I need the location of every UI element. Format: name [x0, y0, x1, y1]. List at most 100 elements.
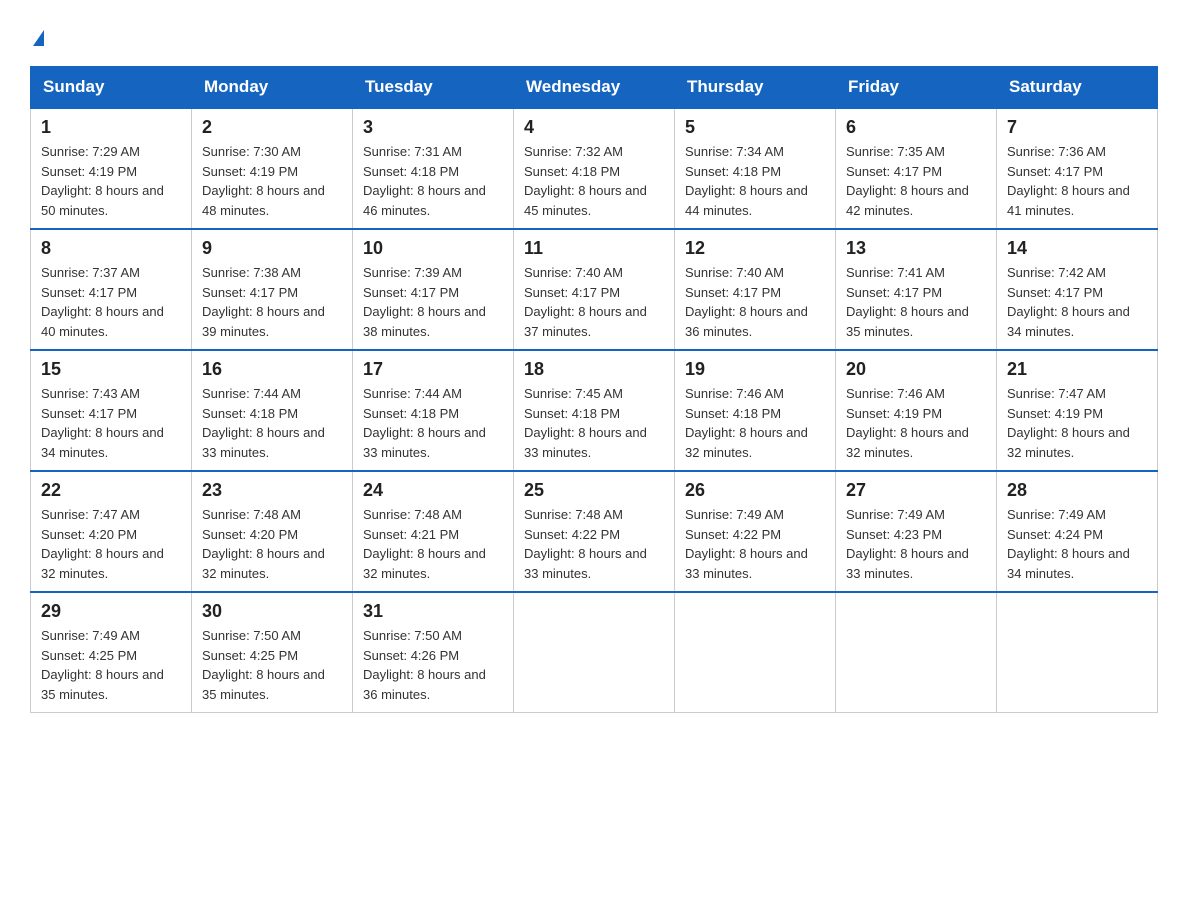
calendar-table: SundayMondayTuesdayWednesdayThursdayFrid…: [30, 66, 1158, 713]
day-number: 2: [202, 117, 342, 138]
day-info: Sunrise: 7:40 AMSunset: 4:17 PMDaylight:…: [685, 265, 808, 339]
calendar-cell: 1 Sunrise: 7:29 AMSunset: 4:19 PMDayligh…: [31, 108, 192, 229]
day-info: Sunrise: 7:35 AMSunset: 4:17 PMDaylight:…: [846, 144, 969, 218]
day-number: 4: [524, 117, 664, 138]
day-number: 8: [41, 238, 181, 259]
day-info: Sunrise: 7:38 AMSunset: 4:17 PMDaylight:…: [202, 265, 325, 339]
day-number: 9: [202, 238, 342, 259]
day-info: Sunrise: 7:46 AMSunset: 4:18 PMDaylight:…: [685, 386, 808, 460]
day-info: Sunrise: 7:37 AMSunset: 4:17 PMDaylight:…: [41, 265, 164, 339]
day-number: 6: [846, 117, 986, 138]
calendar-cell: 29 Sunrise: 7:49 AMSunset: 4:25 PMDaylig…: [31, 592, 192, 713]
day-info: Sunrise: 7:49 AMSunset: 4:22 PMDaylight:…: [685, 507, 808, 581]
day-number: 15: [41, 359, 181, 380]
calendar-cell: 3 Sunrise: 7:31 AMSunset: 4:18 PMDayligh…: [353, 108, 514, 229]
day-info: Sunrise: 7:30 AMSunset: 4:19 PMDaylight:…: [202, 144, 325, 218]
day-info: Sunrise: 7:39 AMSunset: 4:17 PMDaylight:…: [363, 265, 486, 339]
day-number: 18: [524, 359, 664, 380]
day-info: Sunrise: 7:50 AMSunset: 4:25 PMDaylight:…: [202, 628, 325, 702]
weekday-header-saturday: Saturday: [997, 67, 1158, 109]
calendar-cell: [836, 592, 997, 713]
calendar-cell: 26 Sunrise: 7:49 AMSunset: 4:22 PMDaylig…: [675, 471, 836, 592]
weekday-header-row: SundayMondayTuesdayWednesdayThursdayFrid…: [31, 67, 1158, 109]
calendar-cell: 12 Sunrise: 7:40 AMSunset: 4:17 PMDaylig…: [675, 229, 836, 350]
calendar-cell: 22 Sunrise: 7:47 AMSunset: 4:20 PMDaylig…: [31, 471, 192, 592]
calendar-week-row: 29 Sunrise: 7:49 AMSunset: 4:25 PMDaylig…: [31, 592, 1158, 713]
day-info: Sunrise: 7:49 AMSunset: 4:24 PMDaylight:…: [1007, 507, 1130, 581]
calendar-cell: 25 Sunrise: 7:48 AMSunset: 4:22 PMDaylig…: [514, 471, 675, 592]
day-number: 24: [363, 480, 503, 501]
calendar-cell: 28 Sunrise: 7:49 AMSunset: 4:24 PMDaylig…: [997, 471, 1158, 592]
day-info: Sunrise: 7:32 AMSunset: 4:18 PMDaylight:…: [524, 144, 647, 218]
logo-triangle-icon: [33, 30, 44, 46]
calendar-week-row: 8 Sunrise: 7:37 AMSunset: 4:17 PMDayligh…: [31, 229, 1158, 350]
day-number: 5: [685, 117, 825, 138]
day-info: Sunrise: 7:40 AMSunset: 4:17 PMDaylight:…: [524, 265, 647, 339]
calendar-cell: 17 Sunrise: 7:44 AMSunset: 4:18 PMDaylig…: [353, 350, 514, 471]
day-info: Sunrise: 7:44 AMSunset: 4:18 PMDaylight:…: [202, 386, 325, 460]
day-info: Sunrise: 7:47 AMSunset: 4:19 PMDaylight:…: [1007, 386, 1130, 460]
calendar-week-row: 22 Sunrise: 7:47 AMSunset: 4:20 PMDaylig…: [31, 471, 1158, 592]
day-number: 12: [685, 238, 825, 259]
weekday-header-friday: Friday: [836, 67, 997, 109]
page-header: [30, 20, 1158, 46]
day-info: Sunrise: 7:29 AMSunset: 4:19 PMDaylight:…: [41, 144, 164, 218]
day-info: Sunrise: 7:42 AMSunset: 4:17 PMDaylight:…: [1007, 265, 1130, 339]
calendar-cell: 16 Sunrise: 7:44 AMSunset: 4:18 PMDaylig…: [192, 350, 353, 471]
day-number: 22: [41, 480, 181, 501]
day-number: 26: [685, 480, 825, 501]
calendar-cell: 24 Sunrise: 7:48 AMSunset: 4:21 PMDaylig…: [353, 471, 514, 592]
calendar-cell: 13 Sunrise: 7:41 AMSunset: 4:17 PMDaylig…: [836, 229, 997, 350]
calendar-week-row: 15 Sunrise: 7:43 AMSunset: 4:17 PMDaylig…: [31, 350, 1158, 471]
day-number: 20: [846, 359, 986, 380]
calendar-cell: [997, 592, 1158, 713]
day-info: Sunrise: 7:45 AMSunset: 4:18 PMDaylight:…: [524, 386, 647, 460]
day-number: 14: [1007, 238, 1147, 259]
calendar-cell: [675, 592, 836, 713]
day-info: Sunrise: 7:49 AMSunset: 4:23 PMDaylight:…: [846, 507, 969, 581]
calendar-cell: 6 Sunrise: 7:35 AMSunset: 4:17 PMDayligh…: [836, 108, 997, 229]
weekday-header-thursday: Thursday: [675, 67, 836, 109]
weekday-header-sunday: Sunday: [31, 67, 192, 109]
calendar-cell: 23 Sunrise: 7:48 AMSunset: 4:20 PMDaylig…: [192, 471, 353, 592]
calendar-cell: 19 Sunrise: 7:46 AMSunset: 4:18 PMDaylig…: [675, 350, 836, 471]
calendar-cell: 4 Sunrise: 7:32 AMSunset: 4:18 PMDayligh…: [514, 108, 675, 229]
calendar-cell: 14 Sunrise: 7:42 AMSunset: 4:17 PMDaylig…: [997, 229, 1158, 350]
weekday-header-tuesday: Tuesday: [353, 67, 514, 109]
day-info: Sunrise: 7:50 AMSunset: 4:26 PMDaylight:…: [363, 628, 486, 702]
day-number: 25: [524, 480, 664, 501]
day-number: 11: [524, 238, 664, 259]
day-number: 31: [363, 601, 503, 622]
day-info: Sunrise: 7:44 AMSunset: 4:18 PMDaylight:…: [363, 386, 486, 460]
day-number: 19: [685, 359, 825, 380]
day-info: Sunrise: 7:31 AMSunset: 4:18 PMDaylight:…: [363, 144, 486, 218]
calendar-cell: 9 Sunrise: 7:38 AMSunset: 4:17 PMDayligh…: [192, 229, 353, 350]
day-info: Sunrise: 7:48 AMSunset: 4:22 PMDaylight:…: [524, 507, 647, 581]
calendar-cell: 18 Sunrise: 7:45 AMSunset: 4:18 PMDaylig…: [514, 350, 675, 471]
calendar-cell: 11 Sunrise: 7:40 AMSunset: 4:17 PMDaylig…: [514, 229, 675, 350]
day-number: 7: [1007, 117, 1147, 138]
day-number: 10: [363, 238, 503, 259]
calendar-week-row: 1 Sunrise: 7:29 AMSunset: 4:19 PMDayligh…: [31, 108, 1158, 229]
day-info: Sunrise: 7:48 AMSunset: 4:21 PMDaylight:…: [363, 507, 486, 581]
day-number: 23: [202, 480, 342, 501]
day-number: 17: [363, 359, 503, 380]
day-number: 16: [202, 359, 342, 380]
day-info: Sunrise: 7:48 AMSunset: 4:20 PMDaylight:…: [202, 507, 325, 581]
day-info: Sunrise: 7:46 AMSunset: 4:19 PMDaylight:…: [846, 386, 969, 460]
day-number: 28: [1007, 480, 1147, 501]
weekday-header-wednesday: Wednesday: [514, 67, 675, 109]
day-number: 3: [363, 117, 503, 138]
calendar-cell: 20 Sunrise: 7:46 AMSunset: 4:19 PMDaylig…: [836, 350, 997, 471]
calendar-cell: 8 Sunrise: 7:37 AMSunset: 4:17 PMDayligh…: [31, 229, 192, 350]
day-number: 30: [202, 601, 342, 622]
day-info: Sunrise: 7:47 AMSunset: 4:20 PMDaylight:…: [41, 507, 164, 581]
calendar-cell: 5 Sunrise: 7:34 AMSunset: 4:18 PMDayligh…: [675, 108, 836, 229]
day-number: 27: [846, 480, 986, 501]
calendar-cell: 30 Sunrise: 7:50 AMSunset: 4:25 PMDaylig…: [192, 592, 353, 713]
day-info: Sunrise: 7:49 AMSunset: 4:25 PMDaylight:…: [41, 628, 164, 702]
day-info: Sunrise: 7:34 AMSunset: 4:18 PMDaylight:…: [685, 144, 808, 218]
calendar-cell: 21 Sunrise: 7:47 AMSunset: 4:19 PMDaylig…: [997, 350, 1158, 471]
calendar-cell: [514, 592, 675, 713]
day-info: Sunrise: 7:36 AMSunset: 4:17 PMDaylight:…: [1007, 144, 1130, 218]
